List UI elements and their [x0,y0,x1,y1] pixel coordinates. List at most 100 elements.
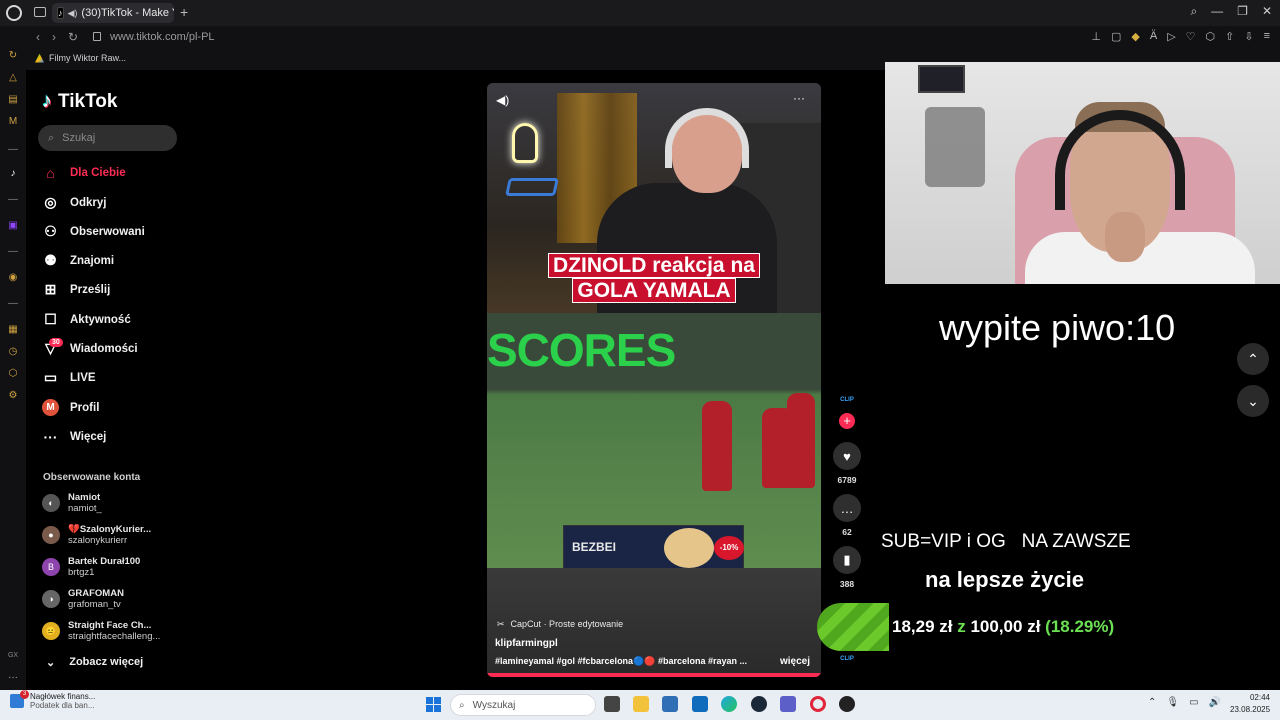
ad-logo: BEZBEI [572,540,617,554]
vpn-shield-icon[interactable]: ◆ [1131,30,1139,43]
next-video-button[interactable]: ⌄ [1237,385,1269,417]
obs-icon[interactable] [839,696,855,712]
windows-start-icon[interactable] [426,697,441,712]
followed-account[interactable]: ◑ GRAFOMAN grafoman_tv [42,588,124,610]
tray-chevron-icon[interactable]: ⌃ [1148,697,1156,708]
opera-gx-icon[interactable] [810,696,826,712]
translate-icon[interactable]: Ä [1150,30,1157,43]
webcam-monitor [918,65,965,93]
messages-badge: 30 [49,338,63,347]
opera-logo-icon[interactable] [6,5,22,21]
outlook-icon[interactable] [692,696,708,712]
more-options-icon[interactable]: ··· [793,91,805,105]
comment-action[interactable]: … 62 [833,494,861,537]
volume-tray-icon[interactable]: 🔊 [1209,697,1221,708]
aria-icon[interactable]: ↻ [7,50,19,62]
menu-icon[interactable]: ≡ [1264,30,1270,43]
nav-label: Aktywność [70,313,131,326]
file-explorer-icon[interactable] [633,696,649,712]
player-sidebar-icon[interactable]: ◉ [7,272,19,284]
nav-label: Odkryj [70,196,107,209]
nav-item-friends[interactable]: ⚉ Znajomi [42,252,114,269]
clock[interactable]: 02:44 23.08.2025 [1230,692,1270,716]
taskbar-search-input[interactable]: ⌕ Wyszukaj [450,694,596,716]
apps-icon[interactable]: ▦ [7,324,19,336]
gx-icon[interactable]: GX [7,650,19,662]
account-name: Straight Face Ch... [68,620,152,631]
url-field[interactable]: www.tiktok.com/pl-PL [110,31,215,43]
edge-icon[interactable] [721,696,737,712]
extensions-sidebar-icon[interactable]: ⬡ [7,368,19,380]
tiktok-logo[interactable]: ♪ TikTok [42,90,117,113]
webcam-background-chair [925,107,985,187]
settings-icon[interactable]: ⚙ [7,390,19,402]
history-icon[interactable]: ◷ [7,346,19,358]
nav-item-more[interactable]: ··· Więcej [42,428,107,445]
back-icon[interactable]: ‹ [36,30,40,44]
football-player [702,401,732,491]
see-more-button[interactable]: ⌄ Zobacz więcej [46,656,143,669]
speaker-icon[interactable]: ◀) [68,8,78,19]
nav-item-explore[interactable]: ◎ Odkryj [42,194,106,211]
capcut-link[interactable]: ✂ CapCut · Proste edytowanie [497,619,623,630]
volume-icon[interactable]: ◀) [496,93,509,107]
download-icon[interactable]: ⇩ [1244,30,1253,43]
followed-account[interactable]: ● 💔SzalonyKurier... szalonykurierr [42,524,151,546]
nav-item-activity[interactable]: ☐ Aktywność [42,311,131,328]
new-tab-button[interactable]: + [180,4,194,20]
followed-accounts-title: Obserwowane konta [43,472,141,483]
twitch-icon[interactable]: ▣ [7,220,19,232]
player-icon[interactable]: ▷ [1167,30,1175,43]
restore-button[interactable]: ❐ [1237,4,1248,19]
workspaces-icon[interactable]: △ [7,72,19,84]
like-count: 6789 [837,475,857,485]
pin-icon[interactable]: ⊥ [1091,30,1101,43]
video-player[interactable]: SCORES DZINOLD reakcja na GOLA YAMALA BE… [487,83,821,677]
share-icon[interactable]: ⇧ [1225,30,1234,43]
microphone-icon[interactable]: 🎙 [1166,697,1179,708]
search-tabs-icon[interactable]: ⌕ [1190,4,1197,19]
nav-item-for-you[interactable]: ⌂ Dla Ciebie [42,164,125,181]
minimize-button[interactable]: — [1211,4,1223,19]
heart-icon[interactable]: ♡ [1186,30,1196,43]
news-badge: 3 [20,690,29,699]
steam-icon[interactable] [751,696,767,712]
video-hashtags[interactable]: #lamineyamal #gol #fcbarcelona🔵🔴 #barcel… [495,656,747,667]
messenger-icon[interactable]: M [7,116,19,128]
previous-video-button[interactable]: ⌃ [1237,343,1269,375]
followed-account[interactable]: ◐ Namiot namiot_ [42,492,102,514]
close-button[interactable]: ✕ [1262,4,1272,19]
more-sidebar-icon[interactable]: ··· [7,672,19,684]
followed-account[interactable]: 😐 Straight Face Ch... straightfacechallen… [42,620,160,642]
tiktok-favicon-icon: ♪ [57,7,64,19]
video-author[interactable]: klipfarmingpl [495,638,558,649]
notes-icon[interactable]: ▤ [7,94,19,106]
nav-item-live[interactable]: ▭ LIVE [42,369,96,386]
network-icon[interactable]: ▭ [1189,697,1198,708]
lock-icon[interactable] [93,32,101,41]
store-icon[interactable] [662,696,678,712]
more-description-button[interactable]: więcej [780,656,810,667]
extensions-icon[interactable]: ⬡ [1206,30,1216,43]
bookmark-item[interactable]: Filmy Wiktor Raw... [35,53,126,63]
save-action[interactable]: ▮ 388 [833,546,861,589]
task-view-icon[interactable] [604,696,620,712]
search-input[interactable]: ⌕ Szukaj [38,125,177,151]
browser-tab[interactable]: ♪ ◀) (30)TikTok - Make Yo [52,3,174,23]
compass-icon: ◎ [44,194,57,210]
tiktok-sidebar-icon[interactable]: ♪ [7,168,19,180]
follow-plus-button[interactable]: + [839,413,855,429]
nav-item-following[interactable]: ⚇ Obserwowani [42,223,145,240]
snapshot-icon[interactable]: ▢ [1111,30,1121,43]
tab-islands-icon[interactable] [34,7,46,17]
nav-item-upload[interactable]: ⊞ Prześlij [42,281,111,298]
forward-icon[interactable]: › [52,30,56,44]
nav-item-profile[interactable]: M Profil [42,399,99,416]
news-widget[interactable]: 3 Nagłówek finans... Podatek dla ban... [10,690,95,710]
like-action[interactable]: ♥ 6789 [833,442,861,485]
video-progress-bar[interactable] [487,673,821,677]
teams-icon[interactable] [780,696,796,712]
reload-icon[interactable]: ↻ [68,30,78,44]
followed-account[interactable]: B Bartek Durał100 brtgz1 [42,556,140,578]
home-icon: ⌂ [46,164,55,181]
